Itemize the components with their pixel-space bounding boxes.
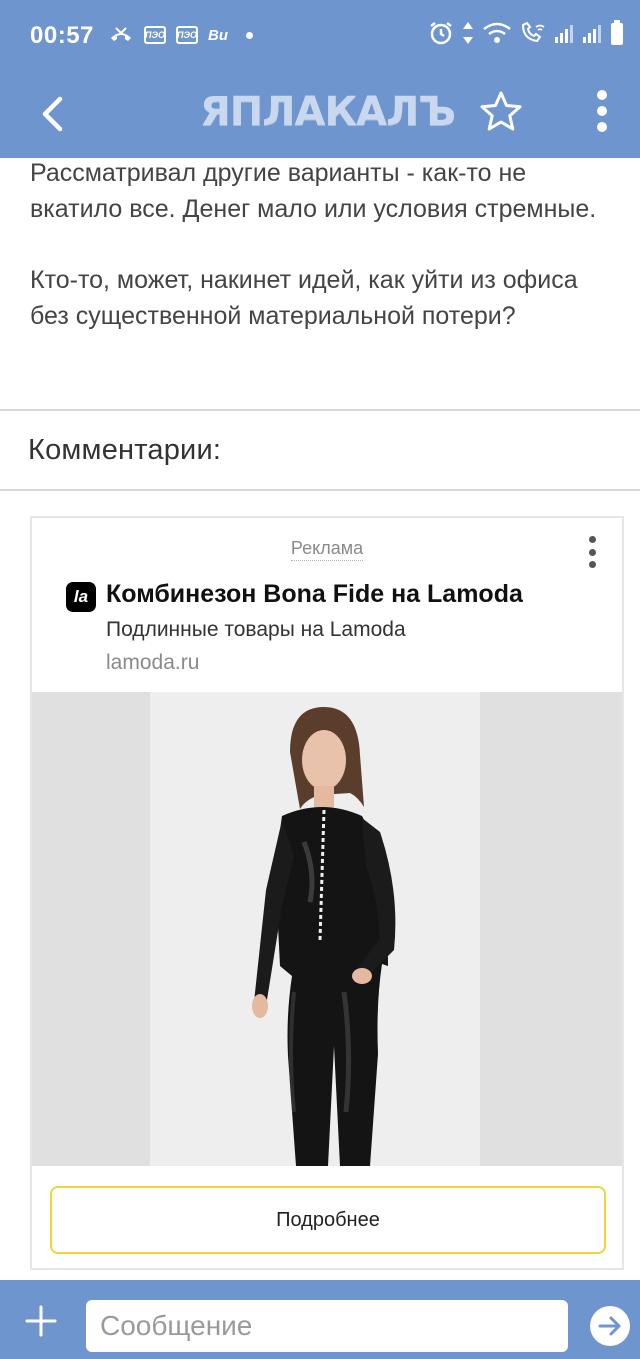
top-bar: 00:57 ПЭО ПЭО Ви ЯПЛАКАЛЪ xyxy=(0,0,640,158)
ad-details-button[interactable]: Подробнее xyxy=(50,1186,606,1254)
arrow-right-icon xyxy=(598,1316,621,1336)
ad-label-text: Реклама xyxy=(290,538,364,561)
model-silhouette-image xyxy=(252,707,396,1166)
ad-label: Реклама xyxy=(32,538,622,561)
message-input[interactable] xyxy=(86,1300,568,1352)
more-vertical-icon xyxy=(597,90,607,132)
ad-title[interactable]: Комбинезон Bona Fide на Lamoda xyxy=(106,580,523,609)
send-button[interactable] xyxy=(590,1306,630,1346)
data-arrows-icon xyxy=(463,22,473,44)
status-bar: 00:57 ПЭО ПЭО Ви xyxy=(0,0,640,72)
dot-icon xyxy=(588,548,596,556)
ad-card[interactable]: Реклама la Комбинезон Bona Fide на Lamod… xyxy=(30,516,624,1270)
ad-subtitle: Подлинные товары на Lamoda xyxy=(106,618,406,641)
lamoda-logo-icon: la xyxy=(66,582,96,612)
post-paragraph: Рассматривал другие варианты - как-то не… xyxy=(30,159,597,223)
app-bar: ЯПЛАКАЛЪ xyxy=(0,72,640,158)
dot-icon xyxy=(588,561,596,568)
status-time: 00:57 xyxy=(30,22,94,49)
alarm-icon xyxy=(430,22,452,45)
message-composer xyxy=(0,1280,640,1359)
attach-button[interactable] xyxy=(18,1298,64,1344)
comments-title: Комментарии: xyxy=(28,434,222,466)
app-logo: ЯПЛАКАЛЪ xyxy=(200,89,456,135)
wifi-icon xyxy=(483,22,511,43)
dot-icon xyxy=(588,536,596,543)
notification-badge-2: ПЭО xyxy=(176,26,198,44)
back-button[interactable] xyxy=(24,86,80,142)
ad-options-button[interactable] xyxy=(580,532,604,572)
ad-domain: lamoda.ru xyxy=(106,651,200,674)
overflow-menu-button[interactable] xyxy=(582,86,622,136)
missed-call-icon xyxy=(111,27,131,41)
plus-icon xyxy=(25,1305,57,1337)
signal-1-icon xyxy=(555,25,573,43)
divider xyxy=(0,489,640,491)
divider xyxy=(0,409,640,411)
post-body: Рассматривал другие варианты - как-то не… xyxy=(30,156,620,334)
star-icon xyxy=(480,91,522,131)
status-notifications: ПЭО ПЭО Ви xyxy=(108,24,253,46)
more-notifications-dot-icon xyxy=(246,31,253,39)
signal-2-icon xyxy=(583,25,601,43)
wifi-call-icon xyxy=(521,21,545,43)
notification-badge-1: ПЭО xyxy=(144,26,166,44)
status-system-icons xyxy=(428,20,624,46)
carrier-label: Ви xyxy=(208,26,228,44)
ad-product-image[interactable] xyxy=(32,692,622,1166)
battery-icon xyxy=(611,20,623,45)
chevron-left-icon xyxy=(42,96,63,132)
post-paragraph: Кто-то, может, накинет идей, как уйти из… xyxy=(30,266,578,330)
bookmark-button[interactable] xyxy=(476,86,526,136)
